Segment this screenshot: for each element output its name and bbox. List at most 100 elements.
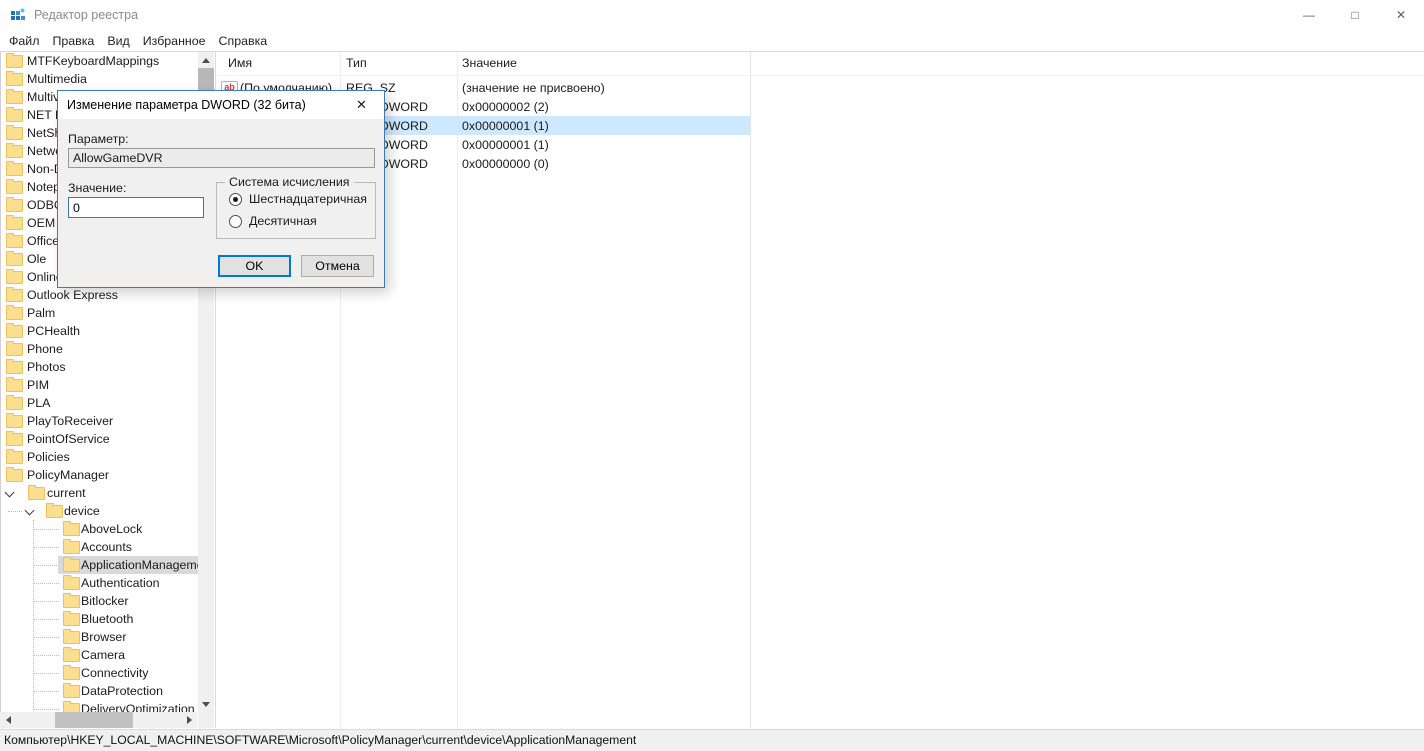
ok-button[interactable]: OK [218, 255, 291, 277]
tree-item-label: Authentication [81, 576, 160, 590]
folder-icon [63, 613, 80, 626]
tree-item-label: Policies [27, 450, 70, 464]
menu-item[interactable]: Файл [9, 34, 39, 48]
tree-horizontal-scrollbar[interactable] [0, 712, 197, 728]
folder-icon [46, 505, 63, 518]
parameter-label: Параметр: [68, 132, 129, 146]
close-icon: ✕ [356, 97, 367, 113]
dialog-title-bar[interactable]: Изменение параметра DWORD (32 бита) ✕ [58, 91, 384, 119]
tree-item[interactable]: Connectivity [1, 664, 198, 682]
tree-item-label: AboveLock [81, 522, 142, 536]
tree-item[interactable]: Photos [1, 358, 198, 376]
maximize-icon: □ [1351, 8, 1358, 22]
menu-item[interactable]: Вид [107, 34, 129, 48]
folder-icon [63, 577, 80, 590]
tree-item[interactable]: PolicyManager [1, 466, 198, 484]
folder-icon [63, 595, 80, 608]
dialog-title: Изменение параметра DWORD (32 бита) [67, 98, 306, 112]
tree-item[interactable]: Policies [1, 448, 198, 466]
tree-item[interactable]: MTFKeyboardMappings [1, 52, 198, 70]
column-header-name[interactable]: Имя [217, 52, 340, 75]
minimize-button[interactable]: — [1286, 0, 1332, 30]
tree-item-label: Office [27, 234, 59, 248]
cell-value: 0x00000001 (1) [457, 138, 750, 152]
window-controls: — □ ✕ [1286, 0, 1424, 30]
folder-icon [6, 433, 23, 446]
cancel-button[interactable]: Отмена [301, 255, 374, 277]
tree-item-label: Ole [27, 252, 46, 266]
scroll-down-button[interactable] [198, 696, 214, 712]
close-button[interactable]: ✕ [1378, 0, 1424, 30]
scrollbar-corner [198, 712, 214, 728]
tree-item-label: Accounts [81, 540, 132, 554]
tree-item[interactable]: DataProtection [1, 682, 198, 700]
tree-item[interactable]: Bluetooth [1, 610, 198, 628]
dialog-close-button[interactable]: ✕ [339, 91, 384, 119]
tree-item[interactable]: Camera [1, 646, 198, 664]
tree-item[interactable]: Authentication [1, 574, 198, 592]
folder-icon [6, 55, 23, 68]
value-label: Значение: [68, 181, 126, 195]
folder-icon [6, 163, 23, 176]
tree-item[interactable]: PCHealth [1, 322, 198, 340]
folder-icon [6, 325, 23, 338]
tree-item[interactable]: Palm [1, 304, 198, 322]
scroll-right-button[interactable] [181, 712, 197, 728]
title-bar: Редактор реестра — □ ✕ [0, 0, 1424, 30]
radio-hexadecimal[interactable]: Шестнадцатеричная [229, 192, 367, 206]
tree-item-label: device [64, 504, 100, 518]
cell-value: (значение не присвоено) [457, 81, 750, 95]
tree-item[interactable]: PLA [1, 394, 198, 412]
tree-item[interactable]: ApplicationManagement [1, 556, 198, 574]
folder-icon [6, 73, 23, 86]
menu-item[interactable]: Справка [219, 34, 268, 48]
selected-key-path: Компьютер\HKEY_LOCAL_MACHINE\SOFTWARE\Mi… [4, 733, 636, 747]
menu-item[interactable]: Избранное [143, 34, 206, 48]
tree-item-label: Phone [27, 342, 63, 356]
tree-item-label: Palm [27, 306, 55, 320]
tree-item-label: Bluetooth [81, 612, 133, 626]
tree-item-label: PIM [27, 378, 49, 392]
tree-item[interactable]: current [1, 484, 198, 502]
tree-item[interactable]: Browser [1, 628, 198, 646]
folder-icon [6, 307, 23, 320]
tree-item[interactable]: Multimedia [1, 70, 198, 88]
radio-hex-label: Шестнадцатеричная [249, 192, 367, 206]
chevron-down-icon[interactable] [5, 488, 15, 498]
tree-item[interactable]: PlayToReceiver [1, 412, 198, 430]
tree-item[interactable]: Accounts [1, 538, 198, 556]
radio-decimal[interactable]: Десятичная [229, 214, 317, 228]
maximize-button[interactable]: □ [1332, 0, 1378, 30]
folder-icon [6, 127, 23, 140]
tree-item[interactable]: Outlook Express [1, 286, 198, 304]
folder-icon [63, 685, 80, 698]
tree-item[interactable]: Phone [1, 340, 198, 358]
tree-item-label: Browser [81, 630, 126, 644]
folder-icon [6, 289, 23, 302]
folder-icon [6, 145, 23, 158]
close-icon: ✕ [1396, 8, 1406, 22]
tree-item-label: PCHealth [27, 324, 80, 338]
radio-button-icon[interactable] [229, 193, 242, 206]
value-input[interactable] [68, 197, 204, 218]
tree-item[interactable]: AboveLock [1, 520, 198, 538]
parameter-name-field[interactable] [68, 148, 375, 168]
menu-item[interactable]: Правка [52, 34, 94, 48]
tree-item[interactable]: DeliveryOptimization [1, 700, 198, 712]
folder-icon [63, 667, 80, 680]
tree-item[interactable]: PIM [1, 376, 198, 394]
column-grid-line [750, 52, 751, 728]
radio-button-icon[interactable] [229, 215, 242, 228]
column-header-value[interactable]: Значение [457, 52, 517, 75]
tree-item[interactable]: PointOfService [1, 430, 198, 448]
horizontal-scroll-thumb[interactable] [55, 712, 133, 728]
cell-value: 0x00000001 (1) [457, 119, 750, 133]
folder-icon [6, 361, 23, 374]
chevron-down-icon[interactable] [25, 506, 35, 516]
column-header-type[interactable]: Тип [340, 52, 457, 75]
scroll-up-button[interactable] [198, 52, 214, 68]
scroll-left-button[interactable] [0, 712, 16, 728]
tree-item[interactable]: Bitlocker [1, 592, 198, 610]
tree-item[interactable]: device [1, 502, 198, 520]
list-header: Имя Тип Значение [217, 52, 1424, 76]
